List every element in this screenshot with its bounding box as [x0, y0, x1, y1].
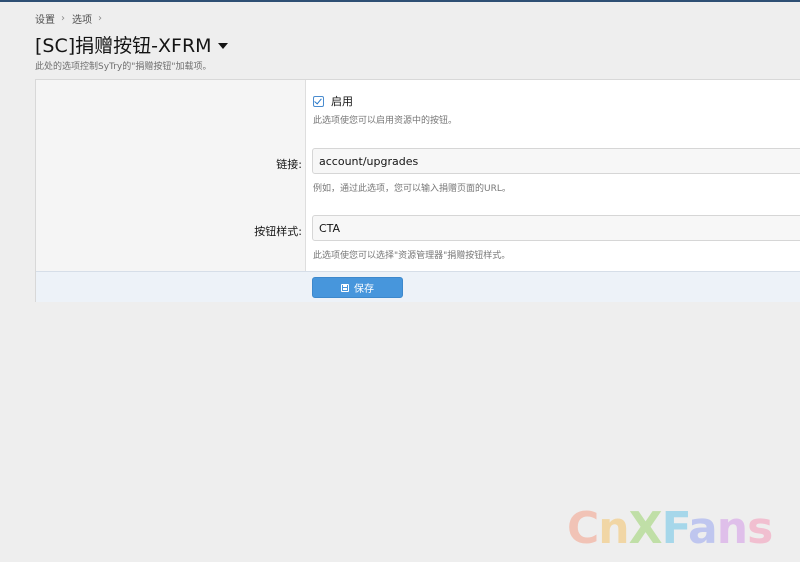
link-input[interactable]: [312, 148, 800, 174]
button-style-label: 按钮样式:: [254, 225, 302, 238]
save-button[interactable]: 保存: [312, 277, 403, 298]
enable-checkbox-label[interactable]: 启用: [331, 93, 353, 109]
chevron-right-icon: ›: [61, 13, 65, 24]
breadcrumb: 设置 › 选项 ›: [35, 11, 105, 26]
top-accent-bar: [0, 0, 800, 2]
options-form: 启用 此选项使您可以启用资源中的按钮。 链接: 例如，通过此选项，您可以输入捐赠…: [35, 79, 800, 302]
save-button-label: 保存: [354, 284, 374, 295]
enable-hint: 此选项使您可以启用资源中的按钮。: [313, 116, 458, 126]
page-description: 此处的选项控制SyTry的"捐赠按钮"加载项。: [35, 62, 212, 72]
button-style-hint: 此选项使您可以选择"资源管理器"捐赠按钮样式。: [313, 251, 511, 261]
page-title[interactable]: [SC]捐赠按钮-XFRM: [35, 31, 228, 58]
breadcrumb-item-settings[interactable]: 设置: [35, 11, 55, 26]
caret-down-icon[interactable]: [217, 42, 228, 49]
breadcrumb-item-options[interactable]: 选项: [72, 11, 92, 26]
button-style-input[interactable]: [312, 215, 800, 241]
save-icon: [341, 283, 349, 292]
cnxfans-watermark-logo: CnXFans: [567, 503, 773, 554]
page-title-text: [SC]捐赠按钮-XFRM: [35, 35, 212, 57]
form-label-column: [36, 80, 306, 271]
link-hint: 例如，通过此选项，您可以输入捐赠页面的URL。: [313, 184, 511, 194]
form-footer: 保存: [36, 271, 800, 302]
enable-checkbox-row[interactable]: 启用: [313, 93, 353, 109]
enable-checkbox[interactable]: [313, 95, 324, 107]
chevron-right-icon: ›: [98, 13, 102, 24]
link-label: 链接:: [276, 158, 302, 171]
